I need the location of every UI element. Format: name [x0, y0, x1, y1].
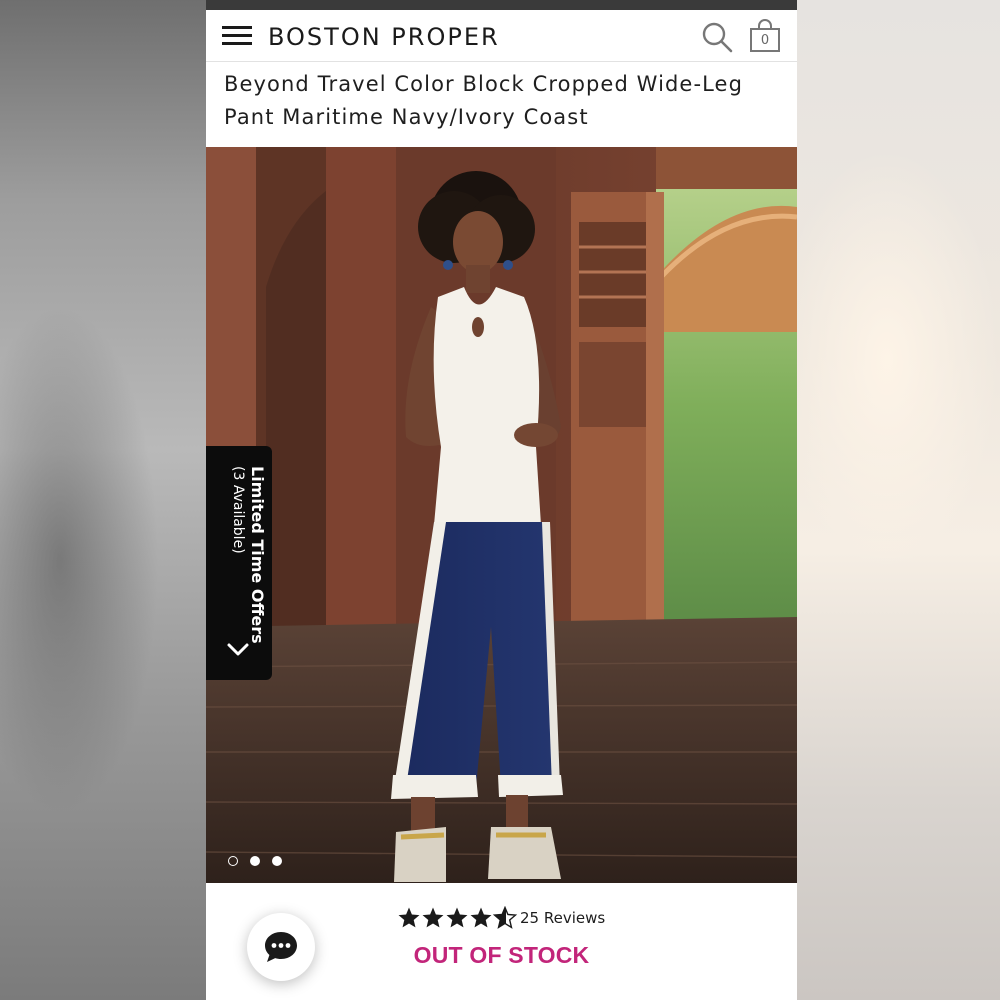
star-4: [470, 907, 492, 928]
star-2: [422, 907, 444, 928]
background-left: [0, 0, 206, 1000]
product-title: Beyond Travel Color Block Cropped Wide-L…: [224, 68, 784, 134]
status-bar: [206, 0, 797, 10]
carousel-dot-1[interactable]: [228, 856, 238, 866]
search-icon[interactable]: [700, 20, 734, 54]
reviews-link[interactable]: 25 Reviews: [520, 909, 605, 927]
chat-bubble-icon: [265, 932, 297, 962]
offers-subtitle: (3 Available): [230, 466, 246, 554]
limited-time-offers-tab[interactable]: Limited Time Offers (3 Available): [206, 446, 272, 680]
carousel-dot-3[interactable]: [272, 856, 282, 866]
carousel-dot-2[interactable]: [250, 856, 260, 866]
offers-title: Limited Time Offers: [248, 466, 267, 644]
chat-button[interactable]: [247, 913, 315, 981]
shopping-bag-icon[interactable]: 0: [748, 18, 782, 54]
product-image[interactable]: [206, 147, 797, 883]
chevron-down-icon: [227, 643, 249, 656]
offers-label: Limited Time Offers (3 Available): [228, 466, 268, 656]
site-header: BOSTON PROPER 0: [206, 10, 797, 62]
rating-summary[interactable]: 25 Reviews: [398, 906, 638, 932]
star-3: [446, 907, 468, 928]
menu-icon[interactable]: [222, 26, 254, 48]
star-1: [398, 907, 420, 928]
mobile-page: BOSTON PROPER 0 Beyond Travel Color Bloc…: [206, 0, 797, 1000]
product-title-line-2: Pant Maritime Navy/Ivory Coast: [224, 105, 589, 129]
brand-logo[interactable]: BOSTON PROPER: [268, 23, 500, 51]
background-right: [797, 0, 1000, 1000]
star-rating: [398, 906, 518, 929]
cart-count: 0: [760, 33, 770, 48]
product-title-line-1: Beyond Travel Color Block Cropped Wide-L…: [224, 72, 744, 96]
